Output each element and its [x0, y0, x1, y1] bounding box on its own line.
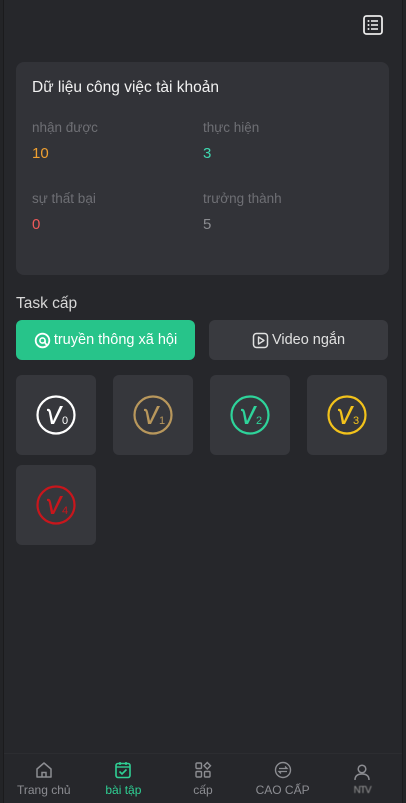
nav-tasks[interactable]: bài tập [84, 760, 164, 797]
stat-value-received: 10 [32, 145, 49, 162]
stat-value-done: 3 [203, 145, 212, 162]
nav-profile[interactable]: NTV [322, 762, 402, 796]
bottom-nav: Trang chủ bài tập cấp CAO CẤP NTV [4, 753, 402, 803]
level-number: 1 [159, 415, 165, 427]
grid-icon [195, 761, 212, 778]
stat-label-done: thực hiện [203, 120, 260, 135]
level-number: 2 [256, 415, 262, 427]
level-number: 3 [353, 415, 359, 427]
level-tile-4[interactable]: 4 [16, 465, 96, 545]
nav-tasks-label: bài tập [105, 783, 142, 797]
stat-value-failed: 0 [32, 216, 41, 233]
play-icon [252, 332, 269, 348]
nav-level-label: cấp [193, 783, 213, 797]
nav-level[interactable]: cấp [163, 760, 243, 797]
tab-social-media-label: truyền thông xã hội [53, 332, 178, 348]
home-icon [36, 762, 52, 778]
tab-short-video-label: Video ngắn [271, 332, 346, 348]
stat-label-failed: sự thất bại [32, 191, 96, 206]
social-media-icon [34, 332, 51, 348]
stat-value-matured: 5 [203, 216, 212, 233]
stat-label-received: nhận được [32, 120, 98, 135]
section-title: Task cấp [16, 295, 78, 312]
user-icon [354, 763, 370, 780]
exchange-icon [274, 761, 291, 779]
card-title: Dữ liệu công việc tài khoản [32, 79, 220, 96]
nav-premium-label: CAO CẤP [255, 783, 310, 797]
vip-badge-icon: 2 [230, 395, 270, 435]
vip-badge-icon: 3 [327, 395, 367, 435]
level-tile-2[interactable]: 2 [210, 375, 290, 455]
nav-home-label: Trang chủ [17, 783, 71, 797]
nav-profile-label: NTV [353, 784, 372, 796]
level-number: 4 [62, 505, 68, 517]
task-icon [115, 762, 132, 779]
level-number: 0 [62, 415, 68, 427]
vip-badge-icon: 4 [36, 485, 76, 525]
nav-premium[interactable]: CAO CẤP [243, 760, 323, 797]
list-icon[interactable] [362, 14, 384, 36]
level-tile-3[interactable]: 3 [307, 375, 387, 455]
stat-label-matured: trưởng thành [203, 191, 282, 206]
tab-social-media[interactable]: truyền thông xã hội [16, 320, 195, 360]
vip-badge-icon: 0 [36, 395, 76, 435]
account-data-card: Dữ liệu công việc tài khoản nhận được 10… [16, 62, 389, 275]
nav-home[interactable]: Trang chủ [4, 760, 84, 797]
vip-badge-icon: 1 [133, 395, 173, 435]
tab-short-video[interactable]: Video ngắn [209, 320, 388, 360]
level-tile-0[interactable]: 0 [16, 375, 96, 455]
app-frame: Dữ liệu công việc tài khoản nhận được 10… [3, 0, 403, 803]
level-tile-1[interactable]: 1 [113, 375, 193, 455]
